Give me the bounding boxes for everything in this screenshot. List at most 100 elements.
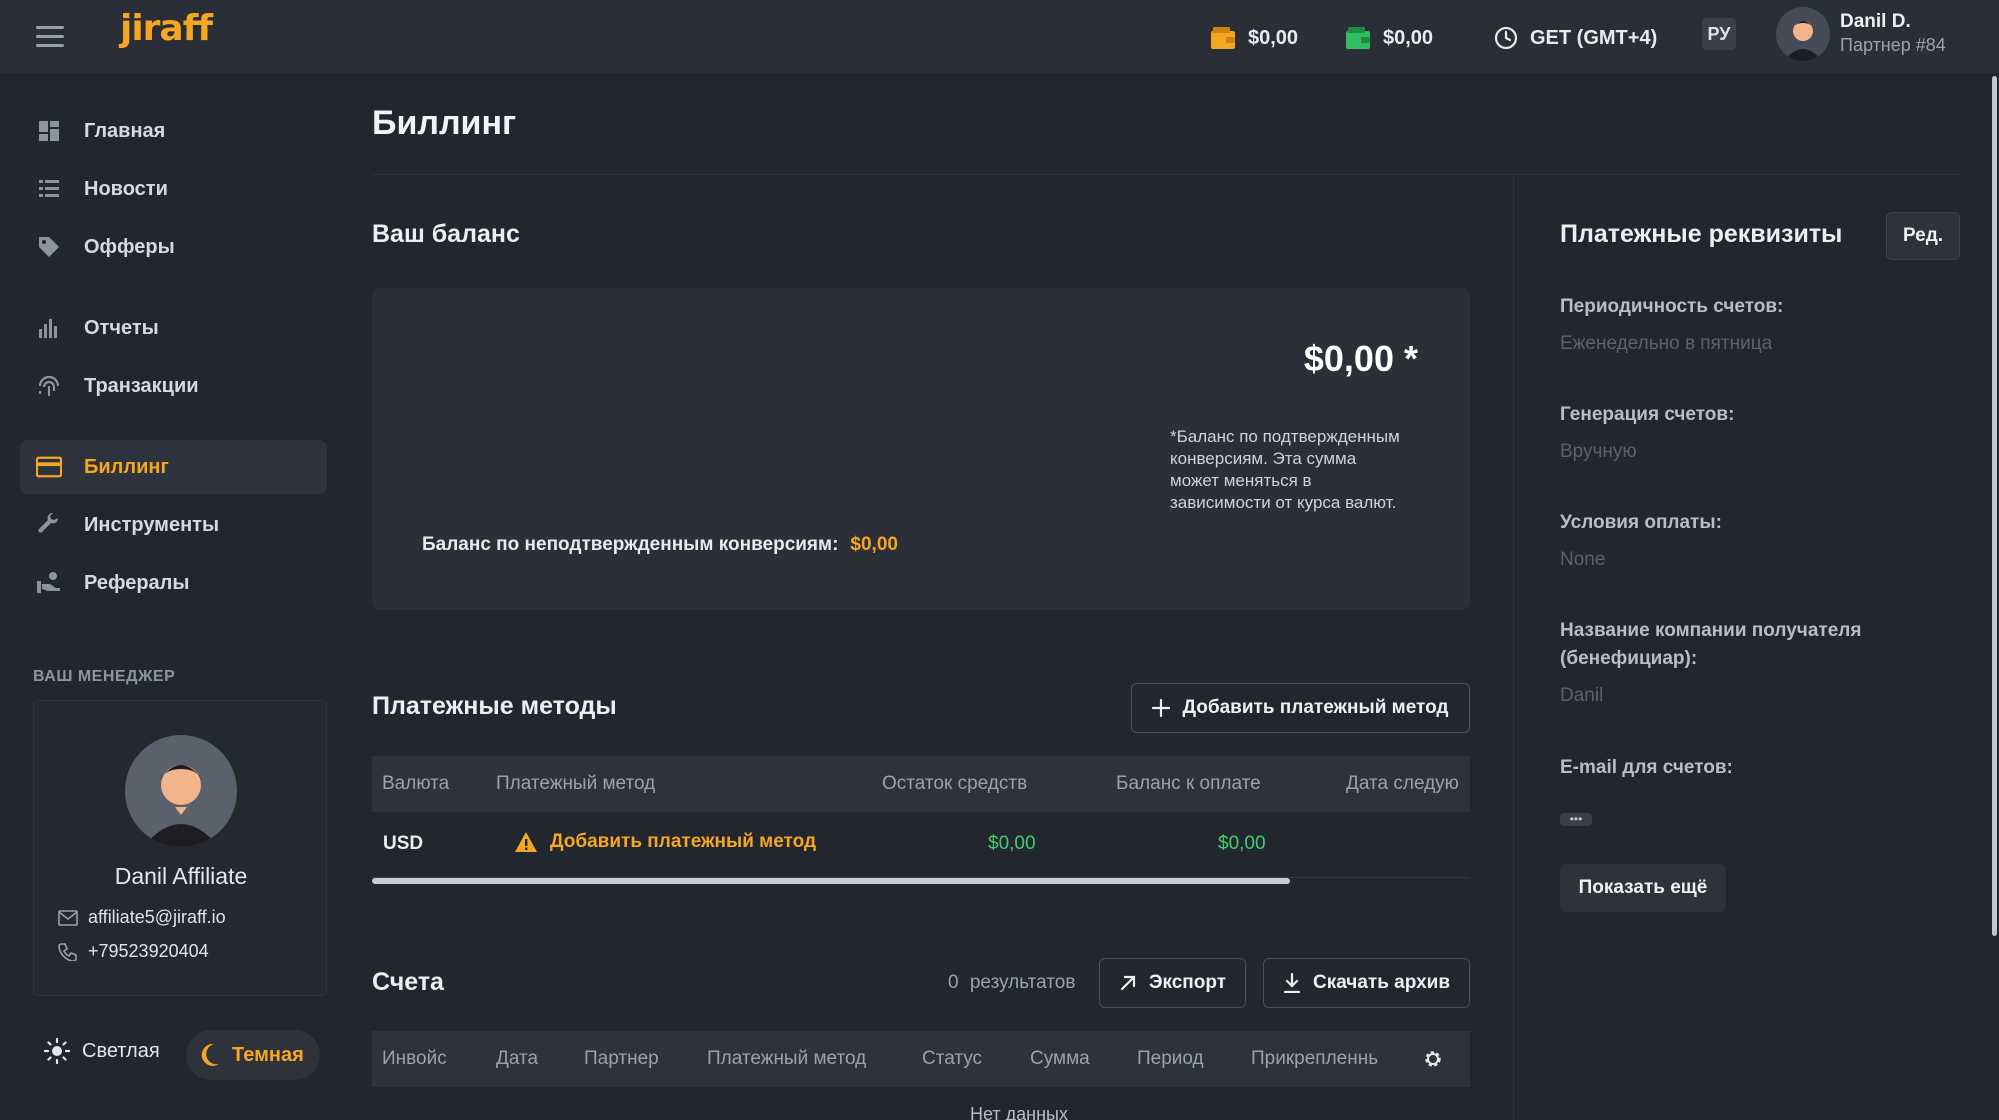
sidebar-item-referrals[interactable]: Рефералы	[20, 556, 327, 610]
payment-methods-table-header: Валюта Платежный метод Остаток средств Б…	[372, 756, 1470, 812]
masked-email: •••	[1560, 813, 1592, 826]
sun-icon	[44, 1038, 70, 1064]
download-icon	[1283, 973, 1301, 993]
download-archive-button[interactable]: Скачать архив	[1263, 958, 1470, 1008]
column-header: Инвойс	[382, 1048, 447, 1069]
wallet-icon	[1345, 26, 1371, 50]
menu-icon[interactable]	[36, 22, 64, 50]
dashboard-icon	[36, 118, 62, 144]
tag-icon	[36, 234, 62, 260]
moon-icon	[198, 1043, 220, 1067]
sidebar-item-label: Рефералы	[84, 571, 190, 594]
requisite-value: Еженедельно в пятница	[1560, 333, 1773, 354]
timezone-selector[interactable]: GET (GMT+4)	[1494, 18, 1657, 58]
column-header: Партнер	[584, 1048, 659, 1069]
user-role: Партнер #84	[1840, 35, 1946, 55]
manager-phone-text: +79523920404	[88, 941, 209, 961]
referral-icon	[36, 570, 62, 596]
manager-email[interactable]: affiliate5@jiraff.io	[58, 907, 226, 928]
balance-card: $0,00 * *Баланс по подтвержденным конвер…	[372, 288, 1470, 610]
column-header: Статус	[922, 1048, 983, 1069]
manager-name: Danil Affiliate	[114, 863, 248, 889]
table-row: USD Добавить платежный метод $0,00 $0,00	[372, 812, 1470, 878]
sidebar-item-news[interactable]: Новости	[20, 162, 327, 216]
balance-amount: $0,00 *	[1303, 338, 1418, 379]
requisite-label: Периодичность счетов:	[1560, 296, 1784, 317]
sidebar-item-label: Биллинг	[84, 455, 169, 478]
warning-icon	[514, 831, 538, 853]
column-header: Период	[1137, 1048, 1204, 1069]
sidebar-item-billing[interactable]: Биллинг	[20, 440, 327, 494]
manager-phone[interactable]: +79523920404	[58, 941, 209, 962]
column-header: Платежный метод	[496, 773, 656, 794]
sidebar-item-tools[interactable]: Инструменты	[20, 498, 327, 552]
manager-avatar	[125, 735, 237, 847]
column-header: Платежный метод	[707, 1048, 867, 1069]
requisite-value: Вручную	[1560, 441, 1637, 462]
divider	[372, 174, 1959, 175]
show-more-button[interactable]: Показать ещё	[1560, 864, 1726, 912]
wallet-balance-2[interactable]: $0,00	[1345, 18, 1433, 58]
requisite-value: Danil	[1560, 685, 1604, 706]
user-name[interactable]: Danil D.	[1840, 11, 1911, 33]
top-bar: jiraff $0,00 $0,00 GET (GMT+4) РУ Danil …	[0, 0, 1999, 75]
sidebar-item-label: Офферы	[84, 235, 175, 258]
logo[interactable]: jiraff	[120, 8, 213, 49]
credit-card-icon	[36, 454, 62, 480]
column-settings-icon[interactable]	[1422, 1048, 1444, 1070]
wrench-icon	[36, 512, 62, 538]
sidebar-item-offers[interactable]: Офферы	[20, 220, 327, 274]
results-count: 0 результатов	[948, 972, 1075, 994]
sidebar-item-reports[interactable]: Отчеты	[20, 301, 327, 355]
empty-state: Нет данных	[970, 1104, 1068, 1120]
theme-dark-toggle[interactable]: Темная	[186, 1030, 320, 1080]
mail-icon	[58, 909, 78, 926]
balance-note: *Баланс по подтвержденным конверсиям. Эт…	[1170, 427, 1400, 512]
column-header: Баланс к оплате	[1116, 773, 1261, 794]
language-selector[interactable]: РУ	[1702, 18, 1736, 50]
edit-requisites-button[interactable]: Ред.	[1886, 212, 1960, 260]
payment-methods-title: Платежные методы	[372, 692, 617, 720]
column-header: Дата следую	[1346, 773, 1459, 794]
requisite-label: E-mail для счетов:	[1560, 757, 1733, 778]
requisites-title: Платежные реквизиты	[1560, 220, 1843, 248]
theme-light-toggle[interactable]: Светлая	[44, 1038, 160, 1064]
divider	[1513, 176, 1514, 1120]
wallet-balance-1[interactable]: $0,00	[1210, 18, 1298, 58]
sidebar-item-home[interactable]: Главная	[20, 104, 327, 158]
bar-chart-icon	[36, 315, 62, 341]
manager-email-text: affiliate5@jiraff.io	[88, 907, 226, 927]
column-header: Прикрепленнь	[1251, 1048, 1379, 1069]
sidebar-item-label: Отчеты	[84, 316, 159, 339]
sidebar-item-transactions[interactable]: Транзакции	[20, 359, 327, 413]
arrow-up-right-icon	[1119, 974, 1137, 992]
invoices-title: Счета	[372, 968, 444, 996]
sidebar-item-label: Инструменты	[84, 513, 220, 536]
add-method-link-text: Добавить платежный метод	[550, 831, 817, 852]
scrollbar-thumb[interactable]	[372, 878, 1290, 884]
theme-light-label: Светлая	[82, 1039, 160, 1062]
add-method-link[interactable]: Добавить платежный метод	[514, 831, 816, 853]
wallet-amount: $0,00	[1383, 26, 1434, 49]
export-button[interactable]: Экспорт	[1099, 958, 1246, 1008]
horizontal-scrollbar[interactable]	[372, 878, 1470, 884]
wallet-amount: $0,00	[1248, 26, 1299, 49]
column-header: Дата	[496, 1048, 539, 1069]
avatar[interactable]	[1776, 7, 1830, 61]
invoices-table-header: Инвойс Дата Партнер Платежный метод Стат…	[372, 1031, 1470, 1087]
vertical-scrollbar[interactable]	[1992, 76, 1997, 936]
phone-icon	[58, 942, 78, 961]
unconfirmed-balance: Баланс по неподтвержденным конверсиям: $0…	[422, 534, 898, 556]
sidebar-item-label: Транзакции	[84, 374, 199, 397]
results-label: результатов	[969, 972, 1076, 993]
add-payment-method-button[interactable]: Добавить платежный метод	[1131, 683, 1470, 733]
balance-title: Ваш баланс	[372, 220, 520, 248]
unconfirmed-label: Баланс по неподтвержденным конверсиям:	[422, 534, 839, 555]
unconfirmed-value: $0,00	[850, 534, 898, 555]
sidebar-item-label: Главная	[84, 119, 166, 142]
theme-dark-label: Темная	[232, 1043, 304, 1066]
requisite-value: None	[1560, 549, 1606, 570]
column-header: Остаток средств	[882, 773, 1028, 794]
add-payment-method-label: Добавить платежный метод	[1182, 697, 1449, 718]
sidebar-item-label: Новости	[84, 177, 168, 200]
